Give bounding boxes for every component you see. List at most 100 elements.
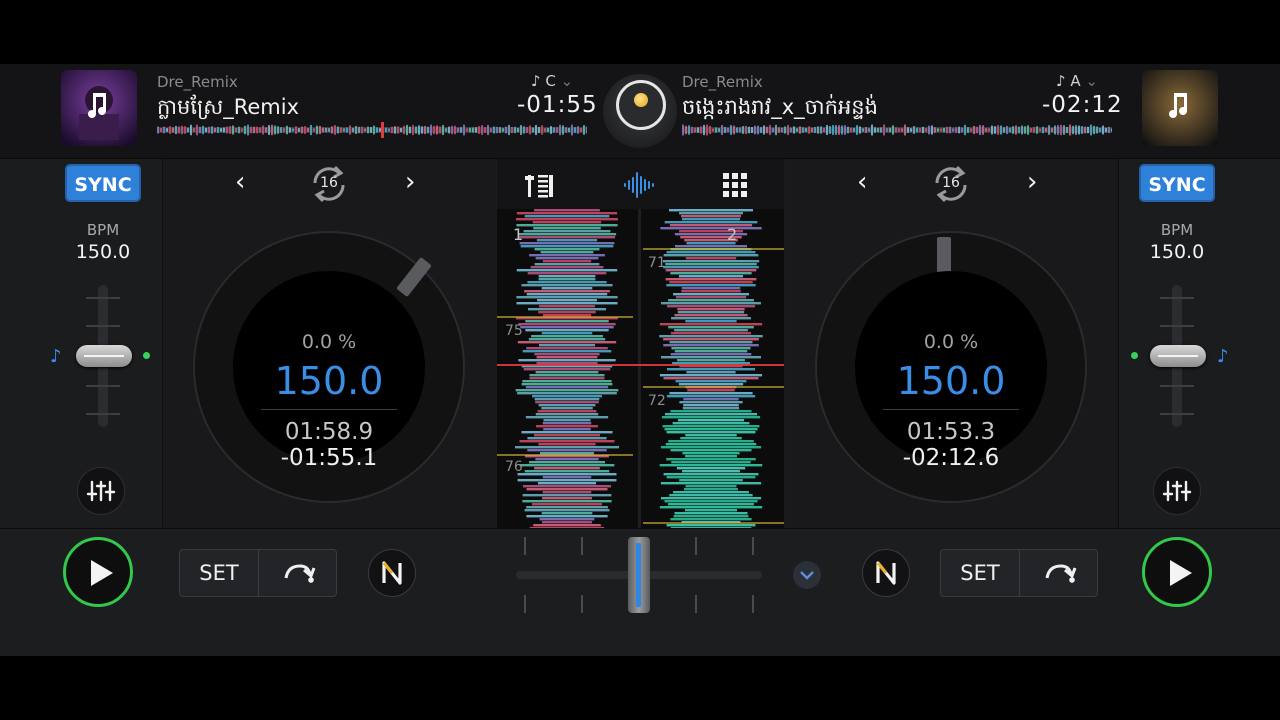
pads-button[interactable] (717, 167, 753, 203)
waveform-slice (679, 401, 743, 404)
waveform-slice (517, 341, 617, 344)
overview-bar (805, 128, 807, 132)
play-button-right[interactable] (1142, 537, 1212, 607)
key-left[interactable]: ♪ C ⌄ (531, 72, 573, 90)
overview-bar (463, 124, 465, 136)
waveform-slice (659, 335, 763, 338)
jog-wheel-right[interactable]: 0.0 % 150.0 01:53.3 -02:12.6 (815, 231, 1087, 503)
waveform-slice (535, 401, 599, 404)
overview-bar (1042, 126, 1044, 134)
play-button-left[interactable] (63, 537, 133, 607)
overview-bar (295, 126, 297, 134)
waveform-slice (523, 230, 611, 233)
overview-bar (196, 124, 198, 136)
keylock-note-icon[interactable]: ♪ (1217, 346, 1229, 367)
waveform-slice (526, 488, 608, 491)
sync-button-right[interactable]: SYNC (1139, 164, 1215, 202)
waveform-slice (519, 242, 615, 245)
cue-jump-button-left[interactable] (260, 550, 336, 596)
overview-bar (490, 128, 492, 132)
mixer-button[interactable] (523, 167, 559, 203)
overview-bar (286, 125, 288, 135)
overview-bar (718, 128, 720, 132)
cue-jump-button-right[interactable] (1021, 550, 1097, 596)
waveform-slice (532, 503, 602, 506)
overview-bar (181, 125, 183, 135)
set-cue-button-right[interactable]: SET (941, 550, 1020, 596)
scrolling-waveforms[interactable]: 1 2 75 76 71 72 (497, 209, 784, 528)
set-cue-button-left[interactable]: SET (180, 550, 259, 596)
waveform-slice (660, 446, 762, 449)
album-art-left[interactable] (61, 70, 137, 146)
waveform-slice (681, 290, 741, 293)
loop-next-button-left[interactable]: › (405, 167, 415, 197)
waveform-slice (676, 467, 746, 470)
loop-prev-button-left[interactable]: ‹ (235, 167, 245, 197)
overview-bar (1012, 126, 1014, 134)
waveform-slice (529, 461, 605, 464)
loop-next-button-right[interactable]: › (1027, 167, 1037, 197)
sync-button-left[interactable]: SYNC (65, 164, 141, 202)
overview-bar (1018, 126, 1020, 134)
overview-bar (715, 127, 717, 133)
crossfader[interactable] (516, 537, 762, 613)
overview-bar (499, 127, 501, 133)
waveform-slice (536, 425, 598, 428)
crossfader-options-button[interactable] (793, 561, 821, 589)
overview-bar (358, 126, 360, 134)
overview-bar (424, 125, 426, 135)
cue-group-left: SET (179, 549, 337, 597)
overview-bar (1069, 124, 1071, 136)
waveform-slice (678, 275, 744, 278)
loop-button-right[interactable]: 16 (927, 163, 975, 205)
neural-mix-button-right[interactable] (862, 549, 910, 597)
waveform-slice (517, 479, 617, 482)
waveform-slice (685, 485, 737, 488)
center-logo-button[interactable] (603, 74, 677, 148)
overview-bar (394, 126, 396, 134)
overview-bar (775, 124, 777, 136)
overview-bar (937, 128, 939, 132)
waveform-slice (536, 356, 598, 359)
waveform-slice (529, 254, 605, 257)
key-right[interactable]: ♪ A ⌄ (1056, 72, 1098, 90)
eq-button-right[interactable] (1153, 467, 1201, 515)
eq-button-left[interactable] (77, 467, 125, 515)
waveform-slice (682, 452, 740, 455)
overview-bar (487, 124, 489, 136)
overview-bar (751, 127, 753, 133)
loop-prev-button-right[interactable]: ‹ (857, 167, 867, 197)
tempo-left: 150.0 (274, 359, 384, 403)
waveform-slice (685, 434, 737, 437)
track-title-right[interactable]: ចង្កេះរាងរាវ_x_ចាក់អន្ទង់ (682, 94, 1012, 125)
header: Dre_Remix ក្លាមស្រែ_Remix ♪ C ⌄ -01:55 D… (0, 64, 1280, 159)
overview-bar (220, 128, 222, 132)
album-art-right[interactable] (1142, 70, 1218, 146)
loop-button-left[interactable]: 16 (305, 163, 353, 205)
overview-bar (727, 127, 729, 133)
waveform-slice (671, 461, 751, 464)
overview-bar (241, 128, 243, 132)
waveform-slice (542, 521, 592, 524)
waveform-slice (670, 518, 752, 521)
crossfader-handle[interactable] (628, 537, 650, 613)
overview-bar (265, 127, 267, 133)
track-overview-right[interactable] (682, 122, 1112, 138)
track-overview-left[interactable] (157, 122, 587, 138)
overview-bar (847, 126, 849, 134)
waveform-button[interactable] (621, 167, 657, 203)
waveform-slice (521, 383, 613, 386)
keylock-note-icon[interactable]: ♪ (50, 346, 62, 367)
waveform-slice (529, 374, 605, 377)
track-title-left[interactable]: ក្លាមស្រែ_Remix (157, 94, 457, 125)
record-icon (634, 93, 648, 107)
pitch-slider-handle-right[interactable] (1150, 345, 1206, 367)
pitch-slider-handle-left[interactable] (76, 345, 132, 367)
neural-mix-button-left[interactable] (368, 549, 416, 597)
waveform-slice (685, 509, 737, 512)
overview-bar (460, 127, 462, 133)
waveform-slice (526, 506, 608, 509)
overview-bar (403, 125, 405, 135)
overview-bar (901, 128, 903, 132)
jog-wheel-left[interactable]: 0.0 % 150.0 01:58.9 -01:55.1 (193, 231, 465, 503)
